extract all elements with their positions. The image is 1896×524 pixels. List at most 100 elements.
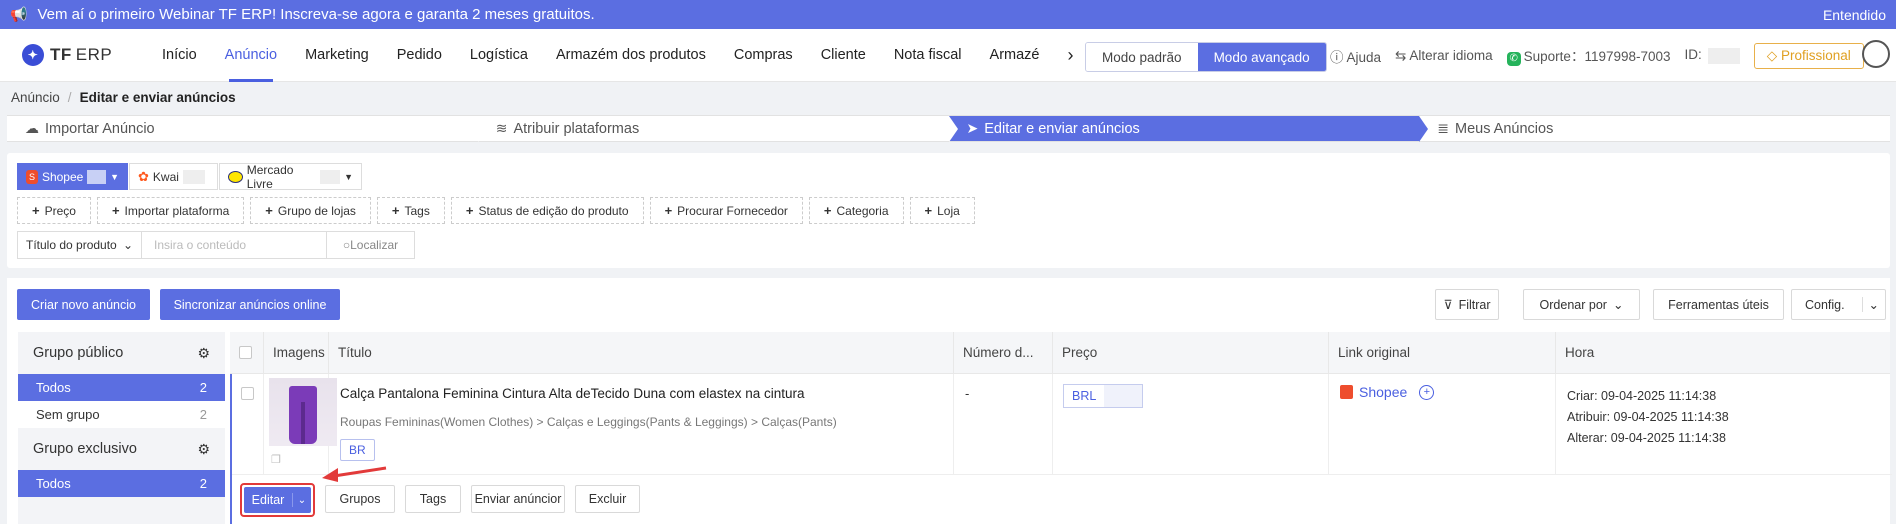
filter-chip-store-group[interactable]: + Grupo de lojas [250, 197, 371, 224]
image-cell: ❐ [264, 374, 337, 474]
nav-item-marketing[interactable]: Marketing [291, 29, 383, 82]
sort-label: Ordenar por [1539, 297, 1607, 312]
filter-chip-supplier[interactable]: + Procurar Fornecedor [649, 197, 803, 224]
filter-button[interactable]: ⊽ Filtrar [1435, 289, 1499, 320]
chevron-down-icon[interactable]: ⌄ [293, 495, 311, 506]
group-sidebar: Grupo público ⚙ Todos 2 Sem grupo 2 Grupo e… [18, 332, 225, 524]
title-cell: Calça Pantalona Feminina Cintura Alta de… [329, 374, 954, 474]
nav-item-armazem[interactable]: Armazé [976, 29, 1054, 82]
step-my-listings[interactable]: ≣ Meus Anúncios [1419, 115, 1890, 142]
group-item-all-exclusive[interactable]: Todos 2 [18, 470, 225, 497]
plus-icon: + [924, 203, 933, 218]
delete-button[interactable]: Excluir [575, 485, 640, 513]
exclusive-group-title: Grupo exclusivo [33, 441, 137, 457]
nav-item-inicio[interactable]: Início [148, 29, 211, 82]
plan-badge[interactable]: ◇ Profissional [1753, 42, 1864, 69]
stack-icon: ≣ [1437, 120, 1449, 136]
price-field[interactable]: BRL [1063, 384, 1143, 408]
gear-icon[interactable]: ⚙ [197, 345, 210, 362]
step-import[interactable]: ☁ Importar Anúncio [7, 115, 487, 142]
search-input[interactable] [142, 231, 327, 259]
tags-button[interactable]: Tags [405, 485, 461, 513]
nav-item-compras[interactable]: Compras [720, 29, 807, 82]
step-label: Atribuir plataformas [513, 120, 640, 137]
chevron-down-icon: ⌄ [122, 238, 133, 252]
platform-tab-kwai[interactable]: ✿ Kwai [129, 163, 218, 190]
select-all-checkbox[interactable] [239, 346, 252, 359]
column-time: Hora [1565, 345, 1595, 360]
edit-highlight: Editar ⌄ [240, 483, 315, 517]
row-actions: Editar ⌄ Grupos Tags Enviar anúncior Exc… [232, 474, 1892, 524]
chevron-down-icon[interactable]: ⌄ [1861, 297, 1885, 312]
group-count: 2 [199, 380, 207, 395]
filter-chip-tags[interactable]: + Tags [376, 197, 445, 224]
nav-more-chevron-icon[interactable]: › [1054, 29, 1088, 82]
original-link[interactable]: Shopee + [1340, 384, 1435, 400]
search-field-select[interactable]: Título do produto ⌄ [17, 231, 142, 259]
language-link[interactable]: ⇆ Alterar idioma [1395, 48, 1493, 64]
filter-chip-edit-status[interactable]: + Status de edição do produto [450, 197, 644, 224]
tools-button[interactable]: Ferramentas úteis [1653, 289, 1784, 320]
mode-switch: Modo padrão Modo avançado [1085, 42, 1327, 72]
nav-item-anuncio[interactable]: Anúncio [211, 29, 291, 82]
search-icon: ○ [342, 238, 351, 252]
public-group-title: Grupo público [33, 345, 124, 361]
edit-button[interactable]: Editar ⌄ [244, 487, 311, 513]
dismiss-banner-button[interactable]: Entendido [1823, 7, 1886, 23]
avatar[interactable] [1862, 40, 1890, 68]
create-listing-button[interactable]: Criar novo anúncio [17, 289, 150, 320]
filter-chip-category[interactable]: + Categoria [808, 197, 904, 224]
listings-table: Imagens Título Número d... Preço Link or… [230, 332, 1892, 524]
platform-tab-mercado-livre[interactable]: Mercado Livre ▼ [219, 163, 362, 191]
plus-icon: + [664, 203, 673, 218]
step-edit-send[interactable]: ➤ Editar e enviar anúncios [948, 115, 1428, 142]
sort-button[interactable]: Ordenar por ⌄ [1523, 289, 1640, 320]
config-label: Config. [1805, 297, 1845, 312]
groups-button[interactable]: Grupos [325, 485, 395, 513]
nav-item-armazem-produtos[interactable]: Armazém dos produtos [542, 29, 720, 82]
search-bar: Título do produto ⌄ ○ Localizar [17, 231, 415, 259]
plus-icon: + [465, 203, 474, 218]
main-nav: Início Anúncio Marketing Pedido Logístic… [148, 29, 1088, 82]
nav-item-logistica[interactable]: Logística [456, 29, 542, 82]
nav-item-pedido[interactable]: Pedido [383, 29, 456, 82]
gear-icon[interactable]: ⚙ [197, 441, 210, 458]
step-label: Editar e enviar anúncios [984, 120, 1140, 137]
product-thumbnail[interactable] [269, 378, 337, 446]
add-link-icon[interactable]: + [1419, 384, 1435, 400]
group-item-all-public[interactable]: Todos 2 [18, 374, 225, 401]
nav-item-nota-fiscal[interactable]: Nota fiscal [880, 29, 976, 82]
caret-down-icon[interactable]: ▼ [344, 172, 353, 182]
sync-listings-button[interactable]: Sincronizar anúncios online [160, 289, 340, 320]
row-checkbox[interactable] [241, 387, 254, 400]
advanced-mode-button[interactable]: Modo avançado [1197, 43, 1326, 71]
send-listing-button[interactable]: Enviar anúncior [471, 485, 565, 513]
config-button[interactable]: Config. ⌄ [1791, 289, 1886, 320]
step-label: Importar Anúncio [45, 120, 155, 137]
standard-mode-button[interactable]: Modo padrão [1086, 43, 1198, 71]
group-label: Sem grupo [36, 407, 100, 422]
user-id: ID: [1685, 47, 1740, 64]
product-title[interactable]: Calça Pantalona Feminina Cintura Alta de… [340, 386, 805, 401]
help-icon: ⓘ [1330, 49, 1347, 65]
cloud-upload-icon: ☁ [25, 120, 39, 136]
support-contact[interactable]: ✆ Suporte：1197998-7003 [1506, 45, 1671, 66]
filter-chip-import-platform[interactable]: + Importar plataforma [96, 197, 245, 224]
breadcrumb-root[interactable]: Anúncio [11, 90, 60, 105]
diamond-icon: ◇ [1766, 47, 1781, 63]
column-link: Link original [1329, 332, 1556, 373]
filter-chip-price[interactable]: + Preço [17, 197, 91, 224]
help-link[interactable]: ⓘ Ajuda [1330, 46, 1381, 66]
filter-chip-store[interactable]: + Loja [909, 197, 975, 224]
send-icon: ➤ [966, 120, 979, 136]
wizard-steps: ☁ Importar Anúncio ≋ Atribuir plataformas … [7, 115, 1890, 142]
caret-down-icon[interactable]: ▼ [110, 172, 119, 182]
logo[interactable]: ✦ TF ERP [22, 44, 148, 66]
header-right: ⓘ Ajuda ⇆ Alterar idioma ✆ Suporte：119799… [1330, 29, 1864, 82]
step-assign[interactable]: ≋ Atribuir plataformas [477, 115, 958, 142]
platform-tab-shopee[interactable]: S Shopee ▼ [17, 163, 128, 190]
nav-item-cliente[interactable]: Cliente [807, 29, 880, 82]
group-item-no-group[interactable]: Sem grupo 2 [18, 401, 225, 428]
copy-icon[interactable]: ❐ [271, 453, 281, 466]
search-button[interactable]: ○ Localizar [327, 231, 415, 259]
